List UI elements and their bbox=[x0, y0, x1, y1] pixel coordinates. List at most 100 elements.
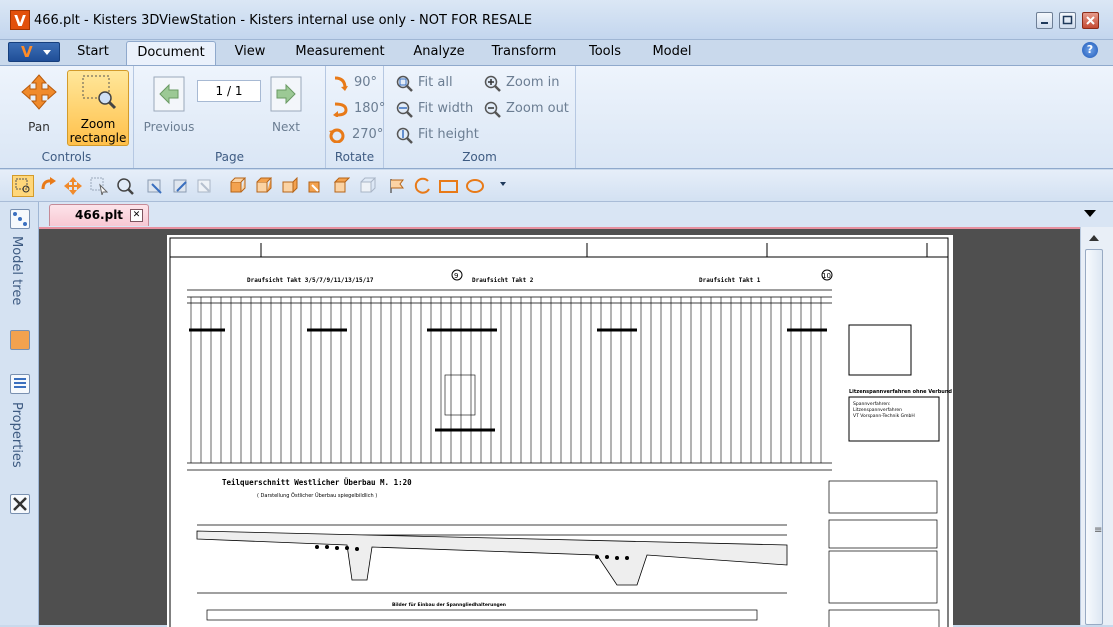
model-tree-panel-icon[interactable] bbox=[10, 209, 30, 229]
header-takt-2: Draufsicht Takt 2 bbox=[472, 277, 534, 284]
view-tool-1-icon[interactable] bbox=[146, 177, 164, 195]
cube-right-icon[interactable] bbox=[306, 177, 324, 195]
rotate-270-button[interactable]: 270° bbox=[328, 124, 383, 146]
pan-button[interactable]: Pan bbox=[14, 70, 64, 134]
rotate-180-icon bbox=[333, 102, 348, 117]
tab-measurement[interactable]: Measurement bbox=[290, 41, 390, 65]
tab-list-dropdown-icon[interactable] bbox=[1084, 210, 1096, 217]
view-tool-2-icon[interactable] bbox=[172, 177, 190, 195]
app-logo-icon: V bbox=[10, 10, 30, 30]
section-subtitle: ( Darstellung Östlicher Überbau spiegelb… bbox=[257, 492, 377, 499]
select-tool-icon[interactable] bbox=[90, 177, 108, 195]
document-viewport[interactable]: Draufsicht Takt 3/5/7/9/11/13/15/17 Drau… bbox=[39, 227, 1080, 627]
markup-rectangle-icon[interactable] bbox=[438, 177, 460, 195]
rotate-90-icon bbox=[334, 76, 348, 91]
markup-flag-icon[interactable] bbox=[388, 177, 406, 195]
chevron-down-icon bbox=[43, 50, 51, 55]
window-title: 466.plt - Kisters 3DViewStation - Kister… bbox=[34, 13, 533, 28]
rotate-90-button[interactable]: 90° bbox=[332, 72, 382, 94]
fit-width-icon bbox=[396, 101, 413, 118]
zoom-rectangle-button[interactable]: Zoom rectangle bbox=[67, 70, 129, 146]
close-icon bbox=[1086, 16, 1095, 25]
vertical-scrollbar[interactable]: ≡ bbox=[1080, 227, 1113, 625]
zoom-rectangle-icon bbox=[82, 75, 117, 110]
cube-front-icon[interactable] bbox=[228, 177, 246, 195]
zoom-in-button[interactable]: Zoom in bbox=[484, 72, 569, 94]
scroll-thumb[interactable]: ≡ bbox=[1085, 249, 1103, 625]
help-icon[interactable]: ? bbox=[1082, 42, 1098, 58]
model-tree-glyph bbox=[13, 212, 27, 226]
rebar-grid bbox=[190, 297, 822, 463]
axis-label-9: 9 bbox=[454, 272, 458, 280]
side-text-3: VT Vorspann-Technik GmbH bbox=[853, 413, 915, 419]
fit-width-button[interactable]: Fit width bbox=[396, 98, 486, 120]
rotate-tool-icon[interactable] bbox=[40, 177, 58, 195]
minimize-button[interactable] bbox=[1036, 12, 1053, 29]
markup-arc-icon[interactable] bbox=[414, 177, 432, 195]
pan-label: Pan bbox=[28, 120, 50, 134]
zoom-out-button[interactable]: Zoom out bbox=[484, 98, 572, 120]
view-tool-3-icon[interactable] bbox=[196, 177, 214, 195]
cube-back-icon[interactable] bbox=[254, 177, 272, 195]
properties-label[interactable]: Properties bbox=[9, 402, 24, 468]
zoom-out-label: Zoom out bbox=[506, 101, 569, 116]
fit-all-button[interactable]: Fit all bbox=[396, 72, 476, 94]
model-tree-label[interactable]: Model tree bbox=[9, 236, 24, 305]
zoom-in-label: Zoom in bbox=[506, 75, 560, 90]
maximize-button[interactable] bbox=[1059, 12, 1076, 29]
close-tab-icon[interactable]: ✕ bbox=[130, 209, 143, 222]
scroll-up-icon[interactable] bbox=[1089, 235, 1099, 241]
fit-height-icon bbox=[396, 127, 413, 144]
tab-start[interactable]: Start bbox=[66, 41, 120, 65]
pan-tool-icon[interactable] bbox=[64, 177, 82, 195]
side-heading: Litzenspannverfahren ohne Verbund bbox=[849, 389, 952, 395]
properties-panel-icon[interactable] bbox=[10, 374, 30, 394]
zoom-in-icon bbox=[484, 75, 501, 92]
cube-iso-icon[interactable] bbox=[358, 177, 376, 195]
properties-glyph bbox=[14, 378, 26, 388]
pan-icon bbox=[21, 74, 57, 110]
fit-width-label: Fit width bbox=[418, 101, 474, 116]
markup-cloud-icon[interactable] bbox=[466, 177, 484, 195]
previous-label: Previous bbox=[143, 120, 195, 134]
fit-height-button[interactable]: Fit height bbox=[396, 124, 486, 146]
page-number-input[interactable]: 1 / 1 bbox=[197, 80, 261, 102]
group-label-page: Page bbox=[214, 150, 245, 164]
group-label-zoom: Zoom bbox=[462, 150, 497, 164]
tab-view[interactable]: View bbox=[222, 41, 278, 65]
next-page-button[interactable]: Next bbox=[266, 70, 306, 134]
zoom-out-icon bbox=[484, 101, 501, 118]
tab-model[interactable]: Model bbox=[643, 41, 701, 65]
zoom-tool-icon[interactable] bbox=[116, 177, 134, 195]
tab-document[interactable]: Document bbox=[126, 41, 216, 65]
rotate-180-button[interactable]: 180° bbox=[332, 98, 385, 120]
zoom-rectangle-tool-icon[interactable] bbox=[12, 175, 34, 197]
axis-label-10: 10 bbox=[822, 272, 831, 280]
side-text-2: Litzenspannverfahren bbox=[853, 407, 902, 413]
previous-page-button[interactable]: Previous bbox=[140, 70, 198, 134]
document-tab[interactable]: 466.plt ✕ bbox=[49, 204, 149, 226]
fit-all-label: Fit all bbox=[418, 75, 453, 90]
cube-left-icon[interactable] bbox=[280, 177, 298, 195]
close-button[interactable] bbox=[1082, 12, 1099, 29]
rotate-270-icon bbox=[329, 128, 345, 143]
tab-tools[interactable]: Tools bbox=[578, 41, 632, 65]
toolbar-overflow-icon[interactable] bbox=[500, 182, 506, 186]
tab-transform[interactable]: Transform bbox=[484, 41, 564, 65]
cube-top-icon[interactable] bbox=[332, 177, 350, 195]
fit-all-icon bbox=[396, 75, 413, 92]
maximize-icon bbox=[1062, 15, 1073, 25]
arrow-right-icon bbox=[270, 76, 302, 112]
group-zoom: Fit all Fit width Fit height Zoom in Zoo… bbox=[384, 66, 576, 168]
minimize-icon bbox=[1041, 22, 1048, 24]
bar-caption: Bilder für Einbau der Spanngliedhalterun… bbox=[392, 602, 506, 608]
tab-analyze[interactable]: Analyze bbox=[405, 41, 473, 65]
cube-panel-icon[interactable] bbox=[10, 330, 30, 350]
grip-icon: ≡ bbox=[1094, 525, 1103, 536]
app-menu-button[interactable]: V bbox=[8, 42, 60, 62]
tools-panel-icon[interactable] bbox=[10, 494, 30, 514]
app-menu-logo: V bbox=[21, 43, 33, 61]
document-tab-bar bbox=[39, 202, 1113, 227]
drawing-sheet[interactable]: Draufsicht Takt 3/5/7/9/11/13/15/17 Drau… bbox=[167, 235, 953, 627]
side-text-1: Spannverfahren: bbox=[853, 401, 891, 407]
